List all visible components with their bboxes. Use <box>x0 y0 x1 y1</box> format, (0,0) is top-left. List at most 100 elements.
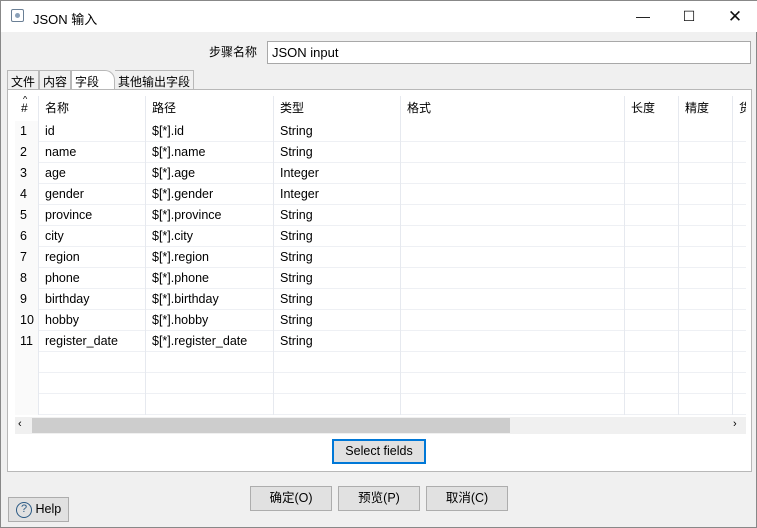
cell-name[interactable]: register_date <box>39 331 146 352</box>
cell-length[interactable] <box>625 121 679 142</box>
cell-path[interactable]: $[*].name <box>146 142 274 163</box>
column-header-path[interactable]: 路径 <box>146 96 274 121</box>
cell-precision[interactable] <box>679 289 733 310</box>
cell-precision[interactable] <box>679 310 733 331</box>
cell-row-number[interactable]: 6 <box>15 226 39 247</box>
cell-precision[interactable] <box>679 163 733 184</box>
table-row[interactable]: 9 birthday $[*].birthday String <box>15 289 746 310</box>
cell-row-number[interactable]: 4 <box>15 184 39 205</box>
cell-name[interactable] <box>39 352 146 373</box>
table-row[interactable]: 1 id $[*].id String <box>15 121 746 142</box>
cell-format[interactable] <box>401 289 625 310</box>
help-button[interactable]: ? Help <box>8 497 69 522</box>
cell-currency[interactable] <box>733 289 746 310</box>
preview-button[interactable]: 预览(P) <box>338 486 420 511</box>
cell-row-number[interactable]: 2 <box>15 142 39 163</box>
scroll-right-icon[interactable]: › <box>733 418 737 430</box>
cell-currency[interactable] <box>733 310 746 331</box>
cell-format[interactable] <box>401 163 625 184</box>
column-header-currency[interactable]: 货币类型 <box>733 96 746 121</box>
cell-currency[interactable] <box>733 268 746 289</box>
cell-type[interactable]: String <box>274 331 401 352</box>
table-row[interactable]: 3 age $[*].age Integer <box>15 163 746 184</box>
cell-precision[interactable] <box>679 394 733 415</box>
cell-name[interactable] <box>39 373 146 394</box>
cell-format[interactable] <box>401 205 625 226</box>
cell-precision[interactable] <box>679 373 733 394</box>
cell-format[interactable] <box>401 226 625 247</box>
cell-type[interactable]: String <box>274 268 401 289</box>
cell-length[interactable] <box>625 352 679 373</box>
cell-path[interactable]: $[*].birthday <box>146 289 274 310</box>
column-header-length[interactable]: 长度 <box>625 96 679 121</box>
cell-row-number[interactable]: 9 <box>15 289 39 310</box>
cell-name[interactable]: gender <box>39 184 146 205</box>
table-row[interactable]: 7 region $[*].region String <box>15 247 746 268</box>
table-row[interactable] <box>15 373 746 394</box>
table-row[interactable]: 11 register_date $[*].register_date String <box>15 331 746 352</box>
cell-type[interactable]: String <box>274 205 401 226</box>
cell-name[interactable]: phone <box>39 268 146 289</box>
scrollbar-thumb[interactable] <box>32 418 510 433</box>
column-header-type[interactable]: 类型 <box>274 96 401 121</box>
cell-path[interactable]: $[*].id <box>146 121 274 142</box>
cancel-button[interactable]: 取消(C) <box>426 486 508 511</box>
cell-row-number[interactable]: 1 <box>15 121 39 142</box>
cell-row-number[interactable] <box>15 352 39 373</box>
cell-length[interactable] <box>625 184 679 205</box>
ok-button[interactable]: 确定(O) <box>250 486 332 511</box>
column-header-row-number[interactable]: ^ # <box>15 96 39 121</box>
cell-length[interactable] <box>625 205 679 226</box>
select-fields-button[interactable]: Select fields <box>332 439 426 464</box>
cell-format[interactable] <box>401 247 625 268</box>
minimize-button[interactable]: — <box>620 1 666 32</box>
cell-path[interactable]: $[*].age <box>146 163 274 184</box>
cell-length[interactable] <box>625 373 679 394</box>
cell-currency[interactable] <box>733 331 746 352</box>
cell-path[interactable]: $[*].hobby <box>146 310 274 331</box>
close-button[interactable]: ✕ <box>712 1 757 32</box>
cell-currency[interactable] <box>733 394 746 415</box>
cell-name[interactable]: name <box>39 142 146 163</box>
cell-row-number[interactable]: 3 <box>15 163 39 184</box>
cell-name[interactable]: age <box>39 163 146 184</box>
cell-type[interactable]: String <box>274 289 401 310</box>
cell-currency[interactable] <box>733 121 746 142</box>
cell-length[interactable] <box>625 163 679 184</box>
cell-currency[interactable] <box>733 184 746 205</box>
cell-length[interactable] <box>625 142 679 163</box>
table-row[interactable] <box>15 352 746 373</box>
tab-content[interactable]: 内容 <box>39 70 72 90</box>
step-name-input[interactable]: JSON input <box>267 41 751 64</box>
cell-path[interactable]: $[*].province <box>146 205 274 226</box>
cell-format[interactable] <box>401 121 625 142</box>
cell-name[interactable]: birthday <box>39 289 146 310</box>
cell-precision[interactable] <box>679 121 733 142</box>
cell-currency[interactable] <box>733 163 746 184</box>
cell-length[interactable] <box>625 331 679 352</box>
cell-format[interactable] <box>401 184 625 205</box>
cell-name[interactable]: id <box>39 121 146 142</box>
cell-path[interactable]: $[*].register_date <box>146 331 274 352</box>
cell-name[interactable]: province <box>39 205 146 226</box>
cell-type[interactable]: String <box>274 142 401 163</box>
tab-file[interactable]: 文件 <box>7 70 40 90</box>
table-row[interactable]: 8 phone $[*].phone String <box>15 268 746 289</box>
cell-currency[interactable] <box>733 205 746 226</box>
cell-format[interactable] <box>401 394 625 415</box>
cell-currency[interactable] <box>733 142 746 163</box>
cell-path[interactable] <box>146 373 274 394</box>
cell-format[interactable] <box>401 352 625 373</box>
cell-precision[interactable] <box>679 184 733 205</box>
cell-type[interactable] <box>274 394 401 415</box>
column-header-name[interactable]: 名称 <box>39 96 146 121</box>
cell-length[interactable] <box>625 226 679 247</box>
cell-row-number[interactable]: 7 <box>15 247 39 268</box>
cell-type[interactable] <box>274 352 401 373</box>
cell-precision[interactable] <box>679 247 733 268</box>
cell-type[interactable]: String <box>274 121 401 142</box>
cell-precision[interactable] <box>679 352 733 373</box>
table-row[interactable] <box>15 394 746 415</box>
cell-format[interactable] <box>401 142 625 163</box>
cell-format[interactable] <box>401 331 625 352</box>
